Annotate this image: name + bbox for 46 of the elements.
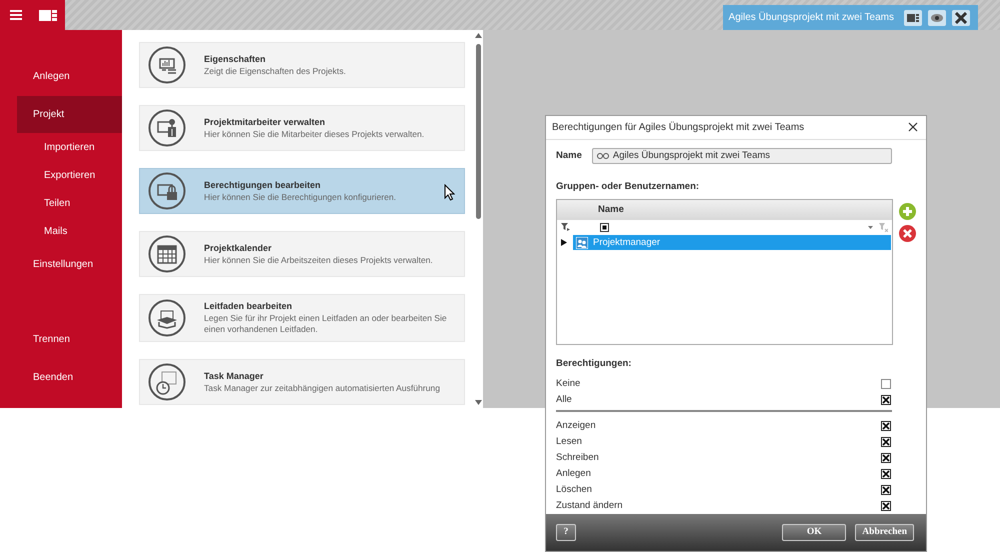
card-description: Zeigt die Eigenschaften des Projekts. [204, 66, 346, 76]
card-title: Task Manager [204, 370, 264, 380]
card-description: Task Manager zur zeitabhängigen automatisierten Ausführung [204, 382, 440, 394]
ok-button[interactable]: OK [782, 524, 846, 541]
permission-label: Anlegen [556, 468, 592, 480]
permission-label: Zustand ändern [556, 500, 624, 512]
sidebar-item[interactable]: Teilen [0, 189, 122, 218]
card-title: Berechtigungen bearbeiten [204, 180, 322, 190]
help-button[interactable]: ? [556, 524, 576, 541]
sidebar-item[interactable]: Projekt [17, 96, 122, 134]
menu-card[interactable]: Task Manager Task Manager zur zeitabhängigen automatisierten Ausführung [139, 359, 465, 405]
permissions-label: Berechtigungen: [556, 358, 632, 369]
menu-card[interactable]: Projektkalender Hier können Sie die Arbeitszeiten dieses Projekts verwalten. [139, 231, 465, 277]
sidebar-item[interactable]: Beenden [0, 358, 122, 396]
sidebar-item[interactable]: Exportieren [0, 161, 122, 190]
project-tag-title: Agiles Übungsprojekt mit zwei Teams [728, 12, 894, 23]
permission-label: Löschen [556, 484, 593, 496]
sidebar-item[interactable]: Importieren [0, 133, 122, 162]
card-title: Eigenschaften [204, 54, 267, 64]
name-field[interactable]: Agiles Übungsprojekt mit zwei Teams [592, 148, 892, 164]
menu-card[interactable]: Projektmitarbeiter verwalten Hier können Sie die Mitarbeiter dieses Projekts verwalten. [139, 105, 465, 151]
card-title: Projektmitarbeiter verwalten [204, 116, 326, 126]
permission-label: Alle [556, 394, 573, 406]
sidebar-item[interactable]: Mails [0, 217, 122, 246]
card-description: Hier können Sie die Mitarbeiter dieses Projekts verwalten. [204, 128, 424, 140]
cancel-button[interactable]: Abbrechen [855, 524, 914, 541]
menu-card[interactable]: Berechtigungen bearbeiten Hier können Sie die Berechtigungen konfigurieren. [139, 168, 465, 214]
column-header[interactable]: Name [598, 204, 624, 216]
permission-label: Schreiben [556, 452, 600, 464]
sidebar-item[interactable]: Trennen [0, 320, 122, 358]
menu-card[interactable]: Eigenschaften Zeigt die Eigenschaften des Projekts. [139, 42, 465, 88]
permission-label: Lesen [556, 436, 583, 448]
sidebar-item[interactable]: Anlegen [0, 58, 122, 96]
card-title: Projektkalender [204, 242, 273, 252]
name-label: Name [556, 150, 582, 162]
table-cell: Projektmanager [593, 237, 660, 248]
card-description: Hier können Sie die Berechtigungen konfigurieren. [204, 192, 396, 202]
card-description: Hier können Sie die Arbeitszeiten dieses Projekts verwalten. [204, 254, 433, 266]
menu-card[interactable]: Leitfaden bearbeiten Legen Sie für ihr Projekt einen Leitfaden an oder bearbeiten Sie einen vorhandenen Leitfaden. [139, 294, 465, 342]
dialog-title: Berechtigungen für Agiles Übungsprojekt mit zwei Teams [552, 122, 806, 133]
card-title: Leitfaden bearbeiten [204, 301, 294, 311]
sidebar-item[interactable]: Einstellungen [0, 245, 122, 284]
card-description: Legen Sie für ihr Projekt einen Leitfaden an oder bearbeiten Sie einen vorhandenen Leitfaden. [204, 313, 448, 335]
permission-label: Anzeigen [556, 420, 597, 432]
groups-label: Gruppen- oder Benutzernamen: [556, 180, 700, 192]
permission-label: Keine [556, 378, 582, 390]
